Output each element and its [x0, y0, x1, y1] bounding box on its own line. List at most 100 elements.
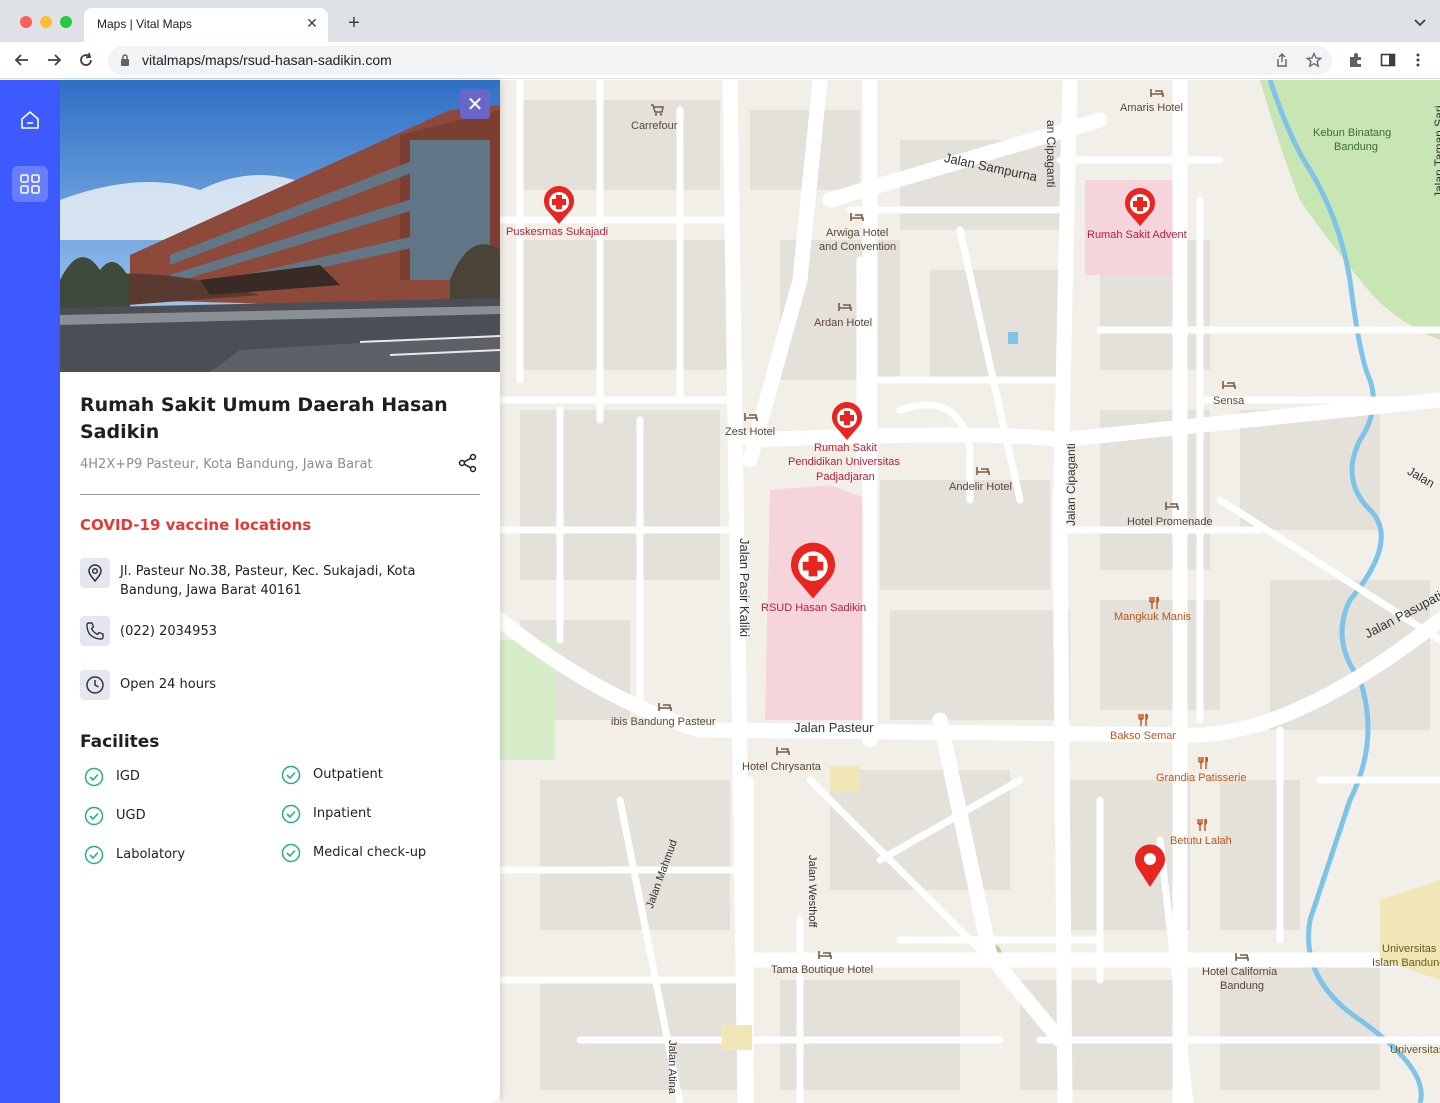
back-arrow-icon[interactable]	[12, 50, 32, 70]
map-label-betutu-lalah[interactable]: Betutu Lalah	[1170, 835, 1232, 847]
tab-search-chevron-icon[interactable]	[1412, 14, 1428, 30]
more-menu-icon[interactable]	[1410, 52, 1426, 68]
map-label-bakso-semar[interactable]: Bakso Semar	[1110, 730, 1176, 742]
map-label-ardan-hotel[interactable]: Ardan Hotel	[814, 317, 872, 329]
forward-arrow-icon[interactable]	[44, 50, 64, 70]
map-label-rumah-sakit-advent[interactable]: Rumah Sakit Advent	[1087, 229, 1187, 241]
selected-hospital-pin-icon[interactable]	[788, 542, 838, 602]
hotel-icon	[838, 303, 852, 311]
hospital-pin-icon[interactable]	[1123, 188, 1157, 228]
map-label-zest-hotel[interactable]: Zest Hotel	[725, 426, 775, 438]
browser-titlebar: Maps | Vital Maps ✕ +	[0, 0, 1440, 42]
apps-grid-button[interactable]	[12, 166, 48, 202]
check-circle-icon	[84, 767, 104, 787]
home-button[interactable]	[12, 102, 48, 138]
share-icon[interactable]	[458, 453, 478, 473]
hotel-icon	[818, 951, 832, 959]
restaurant-icon	[1138, 713, 1149, 726]
map-label-sensa[interactable]: Sensa	[1213, 395, 1244, 407]
place-title: Rumah Sakit Umum Daerah Hasan Sadikin	[80, 394, 448, 443]
hotel-icon	[850, 213, 864, 221]
facility-label: IGD	[116, 769, 140, 784]
map-label-kebun-binatang-line2[interactable]: Bandung	[1334, 141, 1378, 153]
map-label-hotel-chrysanta[interactable]: Hotel Chrysanta	[742, 761, 821, 773]
map-street-jalan-westhoff: Jalan Westhoff	[806, 855, 818, 928]
map-label-arwiga-hotel[interactable]: Arwiga Hotel	[826, 227, 888, 239]
map-label-grandia-patisserie[interactable]: Grandia Patisserie	[1156, 772, 1247, 784]
check-circle-icon	[84, 845, 104, 865]
hotel-icon	[744, 413, 758, 421]
hotel-icon	[1150, 89, 1164, 97]
map-label-rs-unpad-line2[interactable]: Pendidikan Universitas	[788, 456, 900, 468]
map-label-amaris-hotel[interactable]: Amaris Hotel	[1120, 102, 1183, 114]
browser-tab[interactable]: Maps | Vital Maps ✕	[84, 8, 328, 42]
hotel-icon	[658, 703, 672, 711]
map-view[interactable]: Carrefour Amaris Hotel Arwiga Hotel and …	[500, 80, 1440, 1103]
address-bar[interactable]: vitalmaps/maps/rsud-hasan-sadikin.com	[108, 46, 1332, 75]
map-label-hotel-california-line2[interactable]: Bandung	[1220, 980, 1264, 992]
share-page-icon[interactable]	[1274, 52, 1290, 68]
hotel-icon	[776, 747, 790, 755]
map-label-rs-unpad[interactable]: Rumah Sakit	[814, 442, 877, 454]
place-phone[interactable]: (022) 2034953	[120, 622, 217, 641]
hotel-icon	[1165, 502, 1179, 510]
new-tab-button[interactable]: +	[343, 12, 365, 34]
map-street-jalan-taman-sari: Jalan Taman Sari	[1432, 105, 1440, 199]
map-label-universitas-bottom[interactable]: Universitas	[1390, 1044, 1440, 1056]
map-label-hotel-california[interactable]: Hotel California	[1202, 966, 1277, 978]
side-panel-icon[interactable]	[1380, 52, 1396, 68]
map-label-andelir-hotel[interactable]: Andelir Hotel	[949, 481, 1012, 493]
minimize-window-button[interactable]	[40, 16, 52, 28]
facility-label: Outpatient	[313, 767, 383, 782]
map-label-arwiga-hotel-line2[interactable]: and Convention	[819, 241, 896, 253]
location-info-icon	[80, 558, 110, 588]
place-plus-code: 4H2X+P9 Pasteur, Kota Bandung, Jawa Bara…	[80, 457, 373, 472]
tab-close-icon[interactable]: ✕	[304, 16, 320, 32]
map-street-jalan-pasir-kaliki: Jalan Pasir Kaliki	[737, 538, 752, 637]
lock-icon	[121, 54, 129, 66]
close-window-button[interactable]	[20, 16, 32, 28]
phone-info-icon	[80, 616, 110, 646]
map-label-mangkuk-manis[interactable]: Mangkuk Manis	[1114, 611, 1191, 623]
map-label-rs-unpad-line3[interactable]: Padjadjaran	[816, 471, 875, 483]
map-pin-icon	[88, 564, 102, 583]
reload-icon[interactable]	[76, 50, 96, 70]
hotel-icon	[976, 467, 990, 475]
check-circle-icon	[281, 804, 301, 824]
hospital-photo: ✕	[60, 80, 500, 372]
map-label-unisba[interactable]: Universitas	[1382, 943, 1436, 955]
maximize-window-button[interactable]	[60, 16, 72, 28]
phone-icon	[86, 622, 104, 640]
section-divider	[80, 494, 480, 495]
facility-label: Labolatory	[116, 847, 186, 862]
covid-vaccine-link[interactable]: COVID-19 vaccine locations	[80, 516, 311, 534]
map-label-carrefour[interactable]: Carrefour	[631, 120, 677, 132]
map-street-cipaganti-top: an Cipaganti	[1044, 120, 1058, 188]
map-label-tama-boutique-hotel[interactable]: Tama Boutique Hotel	[771, 964, 873, 976]
clock-icon	[86, 676, 104, 694]
map-label-hotel-promenade[interactable]: Hotel Promenade	[1127, 516, 1213, 528]
tab-title: Maps | Vital Maps	[97, 17, 192, 31]
url-text: vitalmaps/maps/rsud-hasan-sadikin.com	[142, 52, 392, 68]
place-detail-panel: ✕ Rumah Sakit Umum Daerah Hasan Sadikin …	[60, 80, 500, 1103]
map-label-kebun-binatang[interactable]: Kebun Binatang	[1313, 127, 1391, 139]
hospital-pin-icon[interactable]	[830, 402, 864, 442]
hours-info-icon	[80, 670, 110, 700]
map-label-unisba-line2[interactable]: Islam Bandung	[1372, 957, 1440, 969]
close-panel-button[interactable]: ✕	[460, 89, 490, 119]
map-label-puskesmas-sukajadi[interactable]: Puskesmas Sukajadi	[506, 226, 608, 238]
map-label-rsud-hasan-sadikin[interactable]: RSUD Hasan Sadikin	[761, 602, 866, 614]
location-pin-icon[interactable]	[1133, 843, 1167, 889]
grid-icon	[20, 174, 40, 194]
hotel-icon	[1222, 381, 1236, 389]
nav-rail	[0, 80, 60, 1103]
map-street-jalan-pasteur: Jalan Pasteur	[794, 720, 874, 735]
map-label-ibis-bandung-pasteur[interactable]: ibis Bandung Pasteur	[611, 716, 716, 728]
facility-label: Medical check-up	[313, 845, 427, 860]
map-base	[500, 80, 1440, 1103]
restaurant-icon	[1149, 596, 1160, 609]
bookmark-star-icon[interactable]	[1306, 52, 1322, 68]
restaurant-icon	[1197, 818, 1208, 831]
hospital-pin-icon[interactable]	[542, 186, 576, 226]
extensions-puzzle-icon[interactable]	[1348, 52, 1364, 68]
